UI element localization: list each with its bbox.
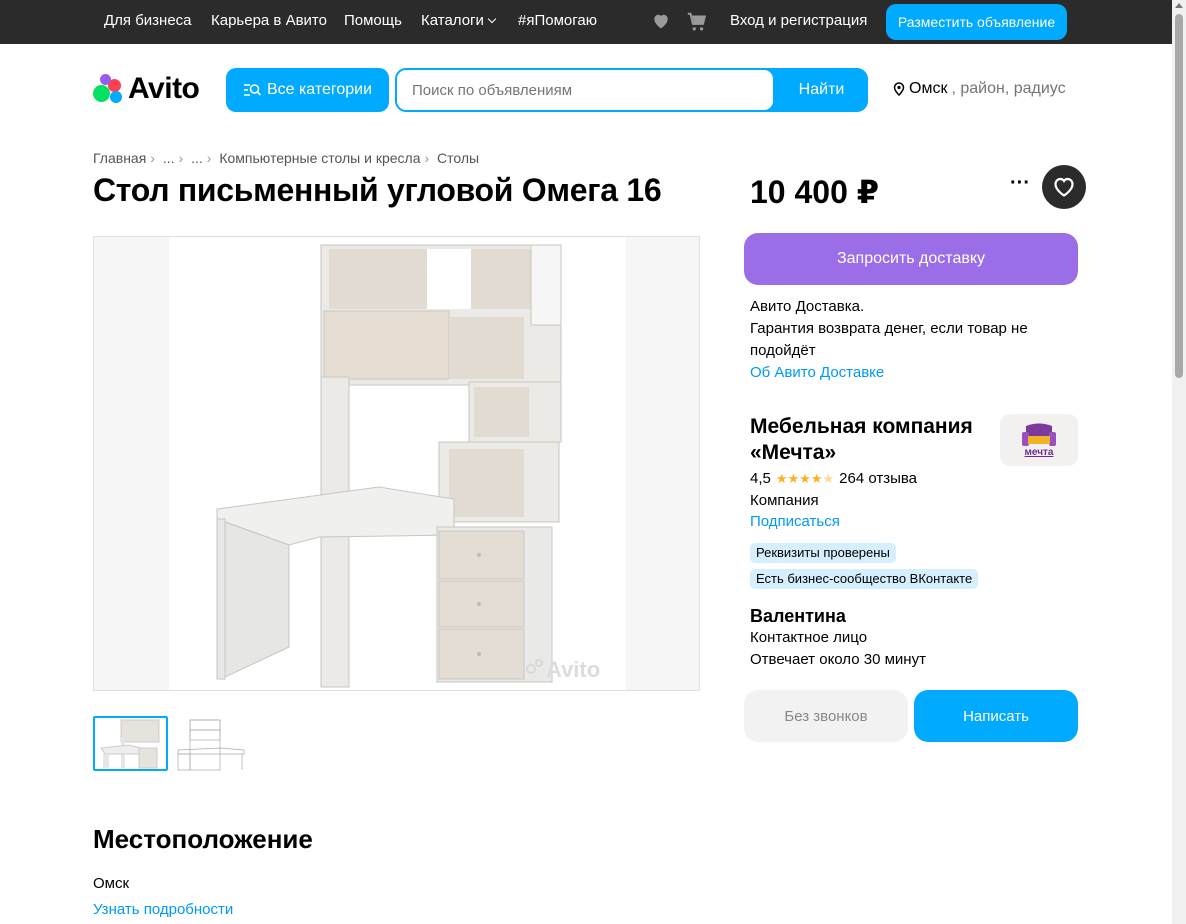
topbar-link-career[interactable]: Карьера в Авито: [211, 12, 327, 29]
location-city-text: Омск: [93, 875, 130, 892]
sofa-icon: [1022, 423, 1056, 446]
price: 10 400 ₽: [750, 174, 880, 210]
chevron-down-icon: [487, 14, 497, 24]
more-options-icon[interactable]: ···: [1006, 173, 1034, 198]
cart-icon[interactable]: [686, 11, 708, 38]
request-delivery-button[interactable]: Запросить доставку: [744, 233, 1078, 285]
main-photo[interactable]: Avito: [93, 236, 700, 691]
breadcrumb-computer-desks[interactable]: Компьютерные столы и кресла: [219, 150, 420, 166]
breadcrumb: Главная › ... › ... › Компьютерные столы и …: [93, 150, 480, 166]
login-link[interactable]: Вход и регистрация: [730, 12, 867, 29]
contact-role: Контактное лицо: [750, 629, 868, 646]
location-city: Омск: [909, 80, 948, 97]
thumbnail-2[interactable]: [176, 716, 247, 771]
search-input[interactable]: [397, 70, 773, 110]
logo-dots-icon: [93, 74, 126, 104]
favorite-button[interactable]: [1042, 165, 1086, 209]
scroll-up-arrow-icon[interactable]: [1175, 3, 1183, 8]
delivery-info: Авито Доставка. Гарантия возврата денег,…: [750, 296, 1050, 384]
rating-value: 4,5: [750, 470, 771, 487]
thumbnail-desk-drawing: [177, 719, 245, 771]
delivery-line-2: Гарантия возврата денег, если товар не п…: [750, 320, 1028, 359]
seller-name[interactable]: Мебельная компания «Мечта»: [750, 414, 990, 466]
breadcrumb-tables[interactable]: Столы: [437, 150, 479, 166]
location-rest: , район, радиус: [951, 80, 1066, 97]
breadcrumb-collapsed-1[interactable]: ...: [163, 150, 175, 166]
heart-outline-icon: [1054, 177, 1074, 197]
write-message-button[interactable]: Написать: [914, 690, 1078, 742]
breadcrumb-home[interactable]: Главная: [93, 150, 146, 166]
heart-icon[interactable]: [651, 11, 671, 36]
desk-illustration: [216, 244, 562, 688]
scrollbar-thumb[interactable]: [1175, 14, 1183, 378]
all-categories-label: Все категории: [266, 81, 373, 98]
thumbnail-1[interactable]: [93, 716, 168, 771]
photo-canvas: Avito: [169, 237, 626, 690]
breadcrumb-collapsed-2[interactable]: ...: [191, 150, 203, 166]
seller-logo[interactable]: мечта: [1000, 414, 1078, 466]
all-categories-button[interactable]: Все категории: [226, 68, 389, 112]
location-selector[interactable]: Омск, район, радиус: [893, 80, 1066, 98]
seller-logo-text: мечта: [1024, 447, 1054, 458]
search-bar: Найти: [395, 68, 868, 112]
search-button[interactable]: Найти: [775, 68, 868, 112]
seller-type: Компания: [750, 492, 819, 509]
logo-text: Avito: [128, 72, 200, 105]
avito-logo[interactable]: Avito: [93, 72, 200, 106]
catalogs-label: Каталоги: [421, 12, 484, 29]
location-heading: Местоположение: [93, 824, 313, 854]
rating-stars-icon: ★★★★★: [775, 470, 835, 486]
photo-watermark: Avito: [546, 657, 601, 682]
thumbnail-desk-photo: [100, 719, 160, 769]
subscribe-link[interactable]: Подписаться: [750, 513, 840, 530]
categories-search-icon: [243, 84, 261, 96]
topbar-link-catalogs[interactable]: Каталоги: [421, 12, 497, 29]
location-details-link[interactable]: Узнать подробности: [93, 901, 233, 918]
topbar-link-business[interactable]: Для бизнеса: [104, 12, 192, 29]
post-ad-button[interactable]: Разместить объявление: [886, 4, 1067, 40]
reviews-count: 264 отзыва: [839, 470, 918, 487]
topbar-link-help-tag[interactable]: #яПомогаю: [518, 12, 597, 29]
no-calls-button[interactable]: Без звонков: [744, 690, 908, 742]
page-scrollbar[interactable]: [1172, 0, 1186, 924]
listing-title: Стол письменный угловой Омега 16: [93, 172, 662, 208]
seller-rating[interactable]: 4,5 ★★★★★ 264 отзыва: [750, 470, 917, 487]
about-delivery-link[interactable]: Об Авито Доставке: [750, 364, 884, 381]
location-pin-icon: [893, 82, 905, 96]
badge-verified[interactable]: Реквизиты проверены: [750, 543, 896, 563]
badge-vk-community[interactable]: Есть бизнес-сообщество ВКонтакте: [750, 569, 979, 589]
topbar-link-help[interactable]: Помощь: [344, 12, 402, 29]
contact-name: Валентина: [750, 606, 846, 626]
top-bar: Для бизнеса Карьера в Авито Помощь Катал…: [0, 0, 1172, 44]
response-time: Отвечает около 30 минут: [750, 651, 926, 668]
delivery-line-1: Авито Доставка.: [750, 298, 865, 315]
